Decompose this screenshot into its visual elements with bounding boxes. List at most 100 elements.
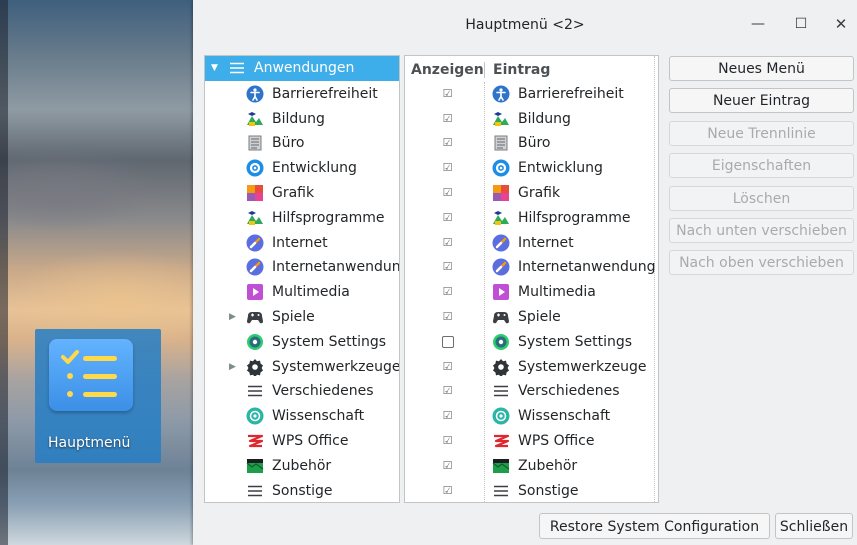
close-button[interactable]: Schließen <box>775 513 853 539</box>
minimize-button[interactable]: — <box>746 12 770 36</box>
checkbox-checked[interactable]: ☑ <box>442 410 453 421</box>
list-item[interactable]: ☑ Büro <box>405 131 658 156</box>
tree-item[interactable]: System Settings <box>205 330 399 355</box>
checkbox-checked[interactable]: ☑ <box>442 187 453 198</box>
list-item[interactable]: ☑ Sonstige <box>405 479 658 502</box>
tree-item[interactable]: Multimedia <box>205 280 399 305</box>
tree-item-label: Barrierefreiheit <box>272 85 378 102</box>
column-header-entry[interactable]: Eintrag <box>493 56 550 84</box>
tree-item-label: Sonstige <box>272 482 333 499</box>
checkbox-checked[interactable]: ☑ <box>442 237 453 248</box>
list-item[interactable]: ☑ Wissenschaft <box>405 404 658 429</box>
expand-arrow-icon[interactable]: ▶ <box>229 355 236 380</box>
maximize-button[interactable]: ☐ <box>789 12 813 36</box>
checkbox-unchecked[interactable] <box>442 335 454 348</box>
checklist-icon <box>49 339 133 411</box>
list-item[interactable]: ☑ Zubehör <box>405 454 658 479</box>
tree-item[interactable]: Wissenschaft <box>205 404 399 429</box>
tree-item[interactable]: Verschiedenes <box>205 379 399 404</box>
expand-arrow-icon[interactable]: ▶ <box>229 305 236 330</box>
list-item[interactable]: ☑ Spiele <box>405 305 658 330</box>
tree-item[interactable]: Internetanwendun <box>205 255 399 280</box>
tree-item[interactable]: Bildung <box>205 107 399 132</box>
list-item[interactable]: ☑ Multimedia <box>405 280 658 305</box>
tree-item[interactable]: Sonstige <box>205 479 399 502</box>
restore-system-configuration-button[interactable]: Restore System Configuration <box>539 513 770 539</box>
tree-item[interactable]: Zubehör <box>205 454 399 479</box>
list-header: Anzeigen Eintrag <box>405 56 658 82</box>
tree-item-label: Internetanwendun <box>272 259 400 276</box>
list-item[interactable]: ☑ Internet <box>405 231 658 256</box>
list-item-label: WPS Office <box>518 433 595 449</box>
checkbox-checked[interactable]: ☑ <box>442 137 453 148</box>
tree-item[interactable]: ▶ Spiele <box>205 305 399 330</box>
accessories-icon <box>492 457 510 475</box>
multimedia-icon <box>246 283 264 301</box>
games-icon <box>492 308 510 326</box>
entry-list[interactable]: Anzeigen Eintrag ☑ Barrierefreiheit ☑ Bildu… <box>404 55 659 503</box>
menu-tree[interactable]: ▼ Anwendungen Barrierefreiheit Bildung Büro E… <box>204 55 400 503</box>
column-header-show[interactable]: Anzeigen <box>411 56 484 84</box>
tree-item[interactable]: Hilfsprogramme <box>205 206 399 231</box>
web-apps-icon <box>492 258 510 276</box>
checkbox-checked[interactable]: ☑ <box>442 88 453 99</box>
new-entry-button[interactable]: Neuer Eintrag <box>669 88 854 114</box>
list-item-label: Zubehör <box>518 457 578 474</box>
development-icon <box>246 159 264 177</box>
properties-button: Eigenschaften <box>669 153 854 179</box>
new-menu-button[interactable]: Neues Menü <box>669 56 854 81</box>
list-item-label: Systemwerkzeuge <box>518 358 647 375</box>
accessibility-icon <box>492 85 510 103</box>
desktop-shortcut-main-menu[interactable]: Hauptmenü <box>35 329 161 463</box>
checkbox-checked[interactable]: ☑ <box>442 485 453 496</box>
delete-button: Löschen <box>669 185 854 211</box>
list-item[interactable]: ☑ Internetanwendung <box>405 255 658 280</box>
system-tools-icon <box>492 358 510 377</box>
checkbox-checked[interactable]: ☑ <box>442 162 453 173</box>
tree-item-label: Hilfsprogramme <box>272 209 385 226</box>
checkbox-checked[interactable]: ☑ <box>442 385 453 396</box>
desktop-background: Hauptmenü <box>0 0 200 545</box>
list-item[interactable]: System Settings <box>405 330 658 355</box>
tree-item[interactable]: Internet <box>205 231 399 256</box>
tree-item[interactable]: Büro <box>205 131 399 156</box>
checkbox-checked[interactable]: ☑ <box>442 460 453 471</box>
tree-item[interactable]: Barrierefreiheit <box>205 82 399 107</box>
checkbox-checked[interactable]: ☑ <box>442 311 453 322</box>
tree-item-root[interactable]: ▼ Anwendungen <box>205 56 399 81</box>
multimedia-icon <box>492 283 510 301</box>
menu-editor-window: Hauptmenü <2> — ☐ ✕ ▼ Anwendungen Barriere… <box>193 0 857 545</box>
expand-arrow-icon[interactable]: ▼ <box>211 56 218 81</box>
tree-item[interactable]: Entwicklung <box>205 156 399 181</box>
science-icon <box>246 407 264 425</box>
tree-item-label: Wissenschaft <box>272 408 365 425</box>
tree-item[interactable]: Grafik <box>205 181 399 206</box>
list-item[interactable]: ☑ Hilfsprogramme <box>405 206 658 231</box>
list-item[interactable]: ☑ Bildung <box>405 107 658 132</box>
checkbox-checked[interactable]: ☑ <box>442 261 453 272</box>
accessories-icon <box>246 457 264 475</box>
list-item[interactable]: ☑ Entwicklung <box>405 156 658 181</box>
list-item[interactable]: ☑ WPS Office <box>405 429 658 454</box>
move-up-button: Nach oben verschieben <box>669 250 854 276</box>
list-item-label: Büro <box>518 135 551 152</box>
utilities-icon <box>246 209 264 227</box>
list-item-label: Barrierefreiheit <box>518 85 624 102</box>
list-item[interactable]: ☑ Verschiedenes <box>405 379 658 404</box>
checkbox-checked[interactable]: ☑ <box>442 113 453 124</box>
tree-item[interactable]: WPS Office <box>205 429 399 454</box>
list-item[interactable]: ☑ Barrierefreiheit <box>405 82 658 107</box>
checkbox-checked[interactable]: ☑ <box>442 435 453 446</box>
close-window-button[interactable]: ✕ <box>829 12 853 36</box>
menu-lines-icon <box>228 59 246 77</box>
list-item-label: Spiele <box>518 309 561 325</box>
education-icon <box>492 110 510 128</box>
checkbox-checked[interactable]: ☑ <box>442 361 453 372</box>
checkbox-checked[interactable]: ☑ <box>442 286 453 297</box>
titlebar[interactable]: Hauptmenü <2> — ☐ ✕ <box>193 0 857 50</box>
move-down-button: Nach unten verschieben <box>669 218 854 243</box>
list-item[interactable]: ☑ Grafik <box>405 181 658 206</box>
list-item[interactable]: ☑ Systemwerkzeuge <box>405 355 658 380</box>
checkbox-checked[interactable]: ☑ <box>442 212 453 223</box>
tree-item[interactable]: ▶ Systemwerkzeuge <box>205 355 399 380</box>
